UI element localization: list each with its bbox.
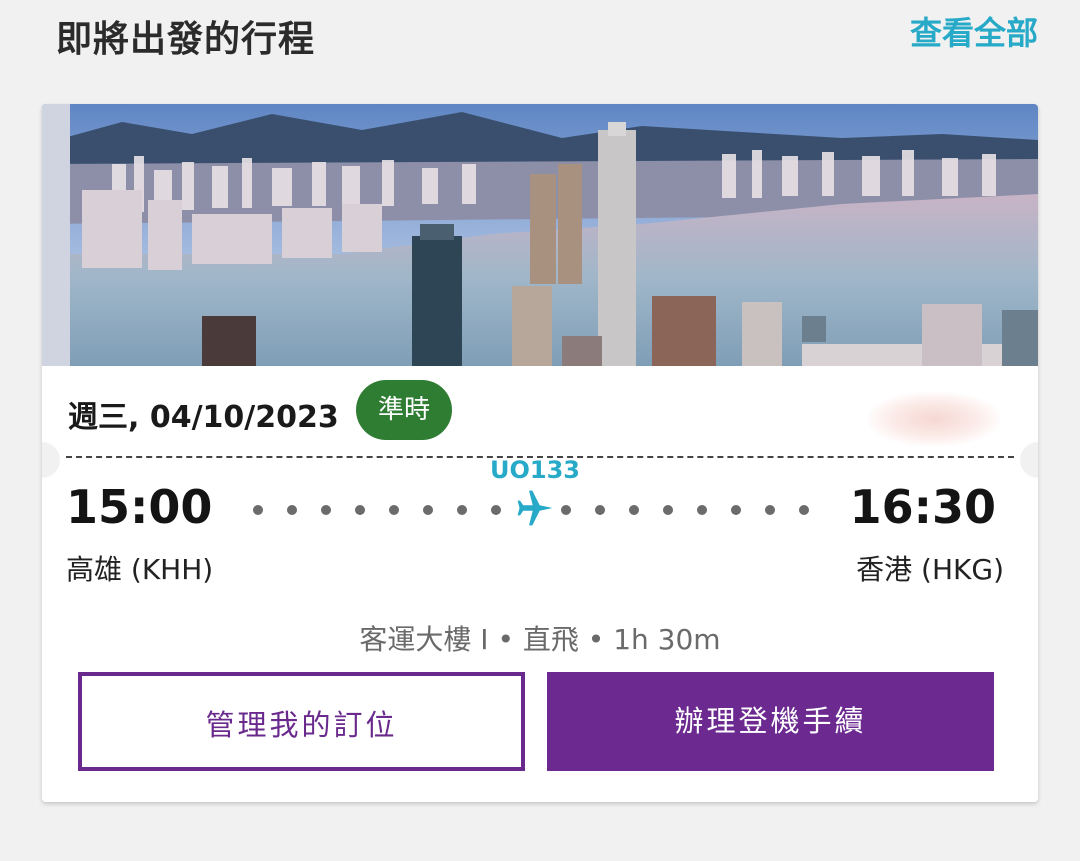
manage-booking-button[interactable]: 管理我的訂位	[78, 672, 525, 771]
trip-date: 週三, 04/10/2023	[68, 400, 339, 435]
ticket-notch-right	[1020, 442, 1038, 478]
arrival-time: 16:30	[849, 480, 996, 534]
view-all-link[interactable]: 查看全部	[910, 8, 1038, 54]
flight-number: UO133	[490, 456, 580, 484]
section-header: 即將出發的行程 查看全部	[0, 0, 1080, 80]
destination-photo	[42, 104, 1038, 366]
trip-card[interactable]: 週三, 04/10/2023 準時 UO133 15:00 16:30 高雄 (…	[42, 104, 1038, 802]
arrival-airport: 香港 (HKG)	[856, 553, 1004, 586]
redacted-area	[868, 392, 1000, 446]
section-title: 即將出發的行程	[56, 19, 316, 60]
departure-time: 15:00	[66, 480, 213, 534]
flight-details: 客運大樓 I • 直飛 • 1h 30m	[359, 623, 721, 656]
check-in-button[interactable]: 辦理登機手續	[547, 672, 994, 771]
status-badge: 準時	[356, 380, 452, 440]
departure-airport: 高雄 (KHH)	[66, 553, 214, 586]
ticket-notch-left	[42, 442, 60, 478]
airplane-icon	[517, 490, 553, 526]
